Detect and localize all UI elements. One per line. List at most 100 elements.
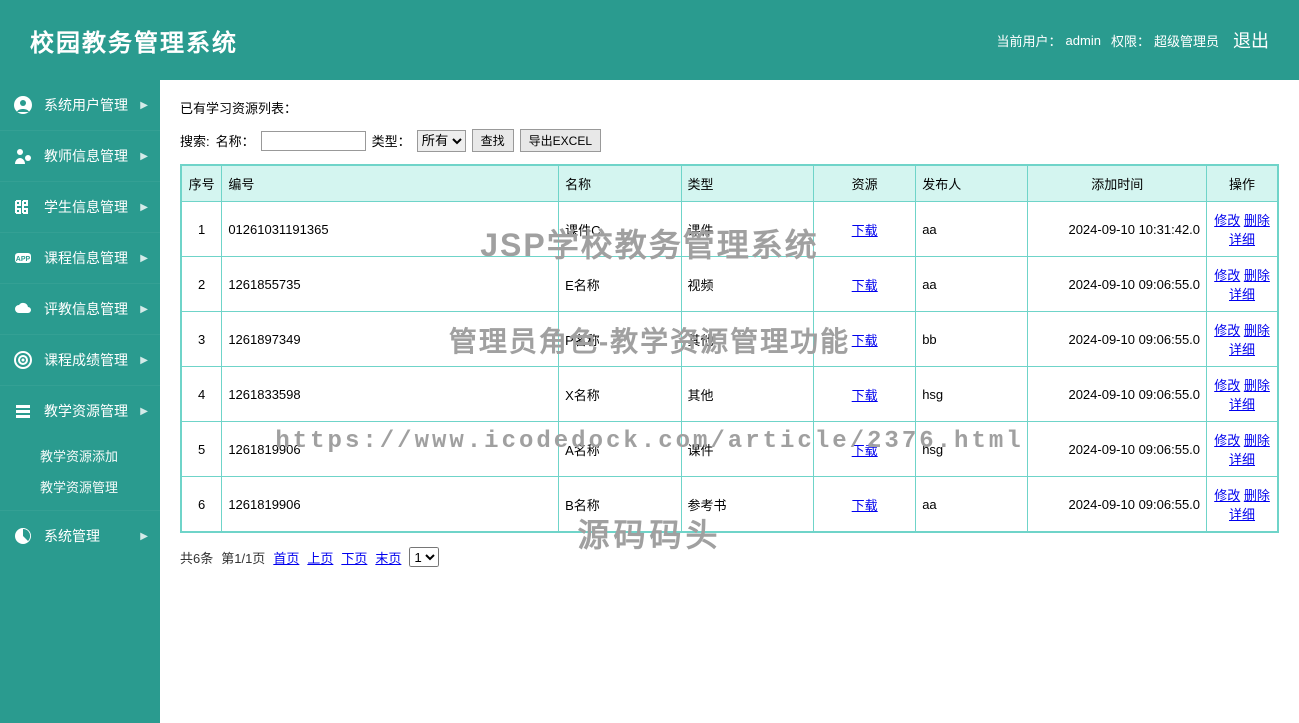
col-add-time: 添加时间 — [1028, 165, 1207, 202]
cell-add-time: 2024-09-10 10:31:42.0 — [1028, 202, 1207, 257]
sidebar-item-label: 教师信息管理 — [44, 146, 140, 166]
edit-link[interactable]: 修改 — [1214, 323, 1240, 338]
col-publisher: 发布人 — [916, 165, 1028, 202]
edit-link[interactable]: 修改 — [1214, 433, 1240, 448]
edit-link[interactable]: 修改 — [1214, 488, 1240, 503]
student-icon — [12, 196, 34, 218]
cell-seq: 4 — [181, 367, 222, 422]
chevron-right-icon: ▶ — [140, 151, 148, 162]
cell-name: X名称 — [559, 367, 681, 422]
page-last-link[interactable]: 末页 — [375, 548, 401, 567]
download-link[interactable]: 下载 — [852, 443, 878, 458]
header: 校园教务管理系统 当前用户： admin 权限： 超级管理员 退出 — [0, 0, 1299, 80]
header-user-area: 当前用户： admin 权限： 超级管理员 退出 — [997, 27, 1269, 53]
type-select[interactable]: 所有 — [417, 130, 466, 152]
delete-link[interactable]: 删除 — [1244, 488, 1270, 503]
cell-add-time: 2024-09-10 09:06:55.0 — [1028, 312, 1207, 367]
chevron-right-icon: ▶ — [140, 355, 148, 366]
delete-link[interactable]: 删除 — [1244, 378, 1270, 393]
sidebar-item-course-mgmt[interactable]: APP 课程信息管理 ▶ — [0, 232, 160, 283]
list-title: 已有学习资源列表： — [180, 98, 1279, 117]
page-total: 共6条 — [180, 548, 213, 567]
cell-ops: 修改 删除详细 — [1207, 312, 1278, 367]
cell-code: 1261897349 — [222, 312, 559, 367]
delete-link[interactable]: 删除 — [1244, 213, 1270, 228]
detail-link[interactable]: 详细 — [1229, 507, 1255, 522]
download-link[interactable]: 下载 — [852, 278, 878, 293]
download-link[interactable]: 下载 — [852, 223, 878, 238]
detail-link[interactable]: 详细 — [1229, 452, 1255, 467]
app-title: 校园教务管理系统 — [30, 23, 238, 58]
delete-link[interactable]: 删除 — [1244, 268, 1270, 283]
detail-link[interactable]: 详细 — [1229, 342, 1255, 357]
sidebar-item-resource-mgmt[interactable]: 教学资源管理 ▶ — [0, 385, 160, 436]
download-link[interactable]: 下载 — [852, 388, 878, 403]
cell-resource: 下载 — [814, 422, 916, 477]
cell-publisher: aa — [916, 257, 1028, 312]
sidebar-item-system-mgmt[interactable]: 系统管理 ▶ — [0, 510, 160, 561]
cell-type: 其他 — [681, 312, 814, 367]
sidebar-item-user-mgmt[interactable]: 系统用户管理 ▶ — [0, 80, 160, 130]
table-row: 51261819906A名称课件下载hsg2024-09-10 09:06:55… — [181, 422, 1278, 477]
table-header-row: 序号 编号 名称 类型 资源 发布人 添加时间 操作 — [181, 165, 1278, 202]
cell-resource: 下载 — [814, 367, 916, 422]
delete-link[interactable]: 删除 — [1244, 323, 1270, 338]
detail-link[interactable]: 详细 — [1229, 232, 1255, 247]
cell-ops: 修改 删除详细 — [1207, 202, 1278, 257]
search-name-input[interactable] — [261, 131, 366, 151]
cell-add-time: 2024-09-10 09:06:55.0 — [1028, 257, 1207, 312]
sidebar-item-student-mgmt[interactable]: 学生信息管理 ▶ — [0, 181, 160, 232]
current-user-label: 当前用户： — [997, 31, 1062, 50]
download-link[interactable]: 下载 — [852, 333, 878, 348]
edit-link[interactable]: 修改 — [1214, 268, 1240, 283]
export-excel-button[interactable]: 导出EXCEL — [520, 129, 601, 152]
chevron-right-icon: ▶ — [140, 531, 148, 542]
cell-add-time: 2024-09-10 09:06:55.0 — [1028, 477, 1207, 533]
role-label: 权限： — [1111, 31, 1150, 50]
logout-link[interactable]: 退出 — [1233, 27, 1269, 53]
target-icon — [12, 349, 34, 371]
sidebar-item-teacher-mgmt[interactable]: 教师信息管理 ▶ — [0, 130, 160, 181]
cell-ops: 修改 删除详细 — [1207, 257, 1278, 312]
user-circle-icon — [12, 94, 34, 116]
download-link[interactable]: 下载 — [852, 498, 878, 513]
cell-publisher: bb — [916, 312, 1028, 367]
page-first-link[interactable]: 首页 — [273, 548, 299, 567]
cell-type: 课件 — [681, 422, 814, 477]
page-next-link[interactable]: 下页 — [341, 548, 367, 567]
cell-ops: 修改 删除详细 — [1207, 367, 1278, 422]
cell-name: B名称 — [559, 477, 681, 533]
submenu-item-resource-add[interactable]: 教学资源添加 — [40, 440, 160, 471]
page-prev-link[interactable]: 上页 — [307, 548, 333, 567]
page-select[interactable]: 1 — [409, 547, 439, 567]
edit-link[interactable]: 修改 — [1214, 378, 1240, 393]
sidebar-item-label: 课程信息管理 — [44, 248, 140, 268]
cell-name: E名称 — [559, 257, 681, 312]
detail-link[interactable]: 详细 — [1229, 397, 1255, 412]
sidebar-item-grade-mgmt[interactable]: 课程成绩管理 ▶ — [0, 334, 160, 385]
cell-publisher: hsg — [916, 422, 1028, 477]
cell-publisher: aa — [916, 477, 1028, 533]
cloud-icon — [12, 298, 34, 320]
find-button[interactable]: 查找 — [472, 129, 514, 152]
cell-resource: 下载 — [814, 312, 916, 367]
search-bar: 搜索: 名称： 类型： 所有 查找 导出EXCEL — [180, 129, 1279, 152]
cell-code: 1261819906 — [222, 422, 559, 477]
search-label: 搜索: — [180, 131, 210, 150]
sidebar-item-label: 教学资源管理 — [44, 401, 140, 421]
cell-add-time: 2024-09-10 09:06:55.0 — [1028, 422, 1207, 477]
cell-ops: 修改 删除详细 — [1207, 422, 1278, 477]
cell-resource: 下载 — [814, 477, 916, 533]
sidebar-item-eval-mgmt[interactable]: 评教信息管理 ▶ — [0, 283, 160, 334]
cell-code: 1261855735 — [222, 257, 559, 312]
chevron-right-icon: ▶ — [140, 253, 148, 264]
cell-name: A名称 — [559, 422, 681, 477]
table-row: 31261897349P名称其他下载bb2024-09-10 09:06:55.… — [181, 312, 1278, 367]
detail-link[interactable]: 详细 — [1229, 287, 1255, 302]
svg-text:APP: APP — [16, 256, 31, 263]
cell-name: P名称 — [559, 312, 681, 367]
delete-link[interactable]: 删除 — [1244, 433, 1270, 448]
submenu-item-resource-manage[interactable]: 教学资源管理 — [40, 471, 160, 502]
edit-link[interactable]: 修改 — [1214, 213, 1240, 228]
submenu-resource: 教学资源添加 教学资源管理 — [0, 436, 160, 510]
